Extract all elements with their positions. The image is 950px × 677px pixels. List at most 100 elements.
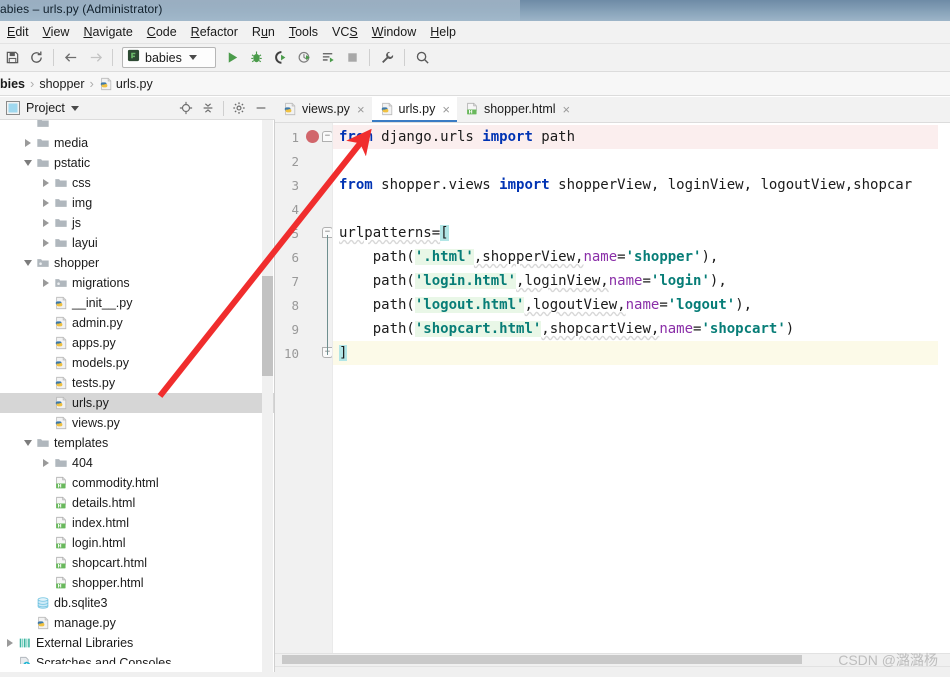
tree-item-templates[interactable]: templates xyxy=(0,433,274,453)
tree-item-pstatic[interactable]: pstatic xyxy=(0,153,274,173)
breadcrumb-segment-bies[interactable]: bies xyxy=(0,77,25,91)
gutter-row-5[interactable]: 5− xyxy=(275,221,333,245)
menu-item-tools[interactable]: Tools xyxy=(282,23,325,41)
code-line-7[interactable]: path('login.html' ,loginView, name ='login'… xyxy=(333,269,950,293)
code-line-1[interactable]: from django.urls import path xyxy=(333,125,950,149)
run-icon[interactable] xyxy=(220,46,244,70)
editor-marker-bar[interactable] xyxy=(938,123,950,653)
run-configuration-selector[interactable]: babies xyxy=(122,47,216,68)
tree-collapse-toggle[interactable] xyxy=(22,433,34,453)
breadcrumb-segment-urls-py[interactable]: urls.py xyxy=(99,77,153,91)
project-tree-scrollbar-track[interactable] xyxy=(262,120,273,672)
tree-item-details-html[interactable]: Hdetails.html xyxy=(0,493,274,513)
tree-item-manage-py[interactable]: manage.py xyxy=(0,613,274,633)
gutter-row-2[interactable]: 2 xyxy=(275,149,333,173)
tree-item-index-html[interactable]: Hindex.html xyxy=(0,513,274,533)
project-tree-scrollbar-thumb[interactable] xyxy=(262,276,273,376)
hide-panel-icon[interactable] xyxy=(251,98,271,118)
back-arrow-icon[interactable] xyxy=(59,46,83,70)
tree-expand-toggle[interactable] xyxy=(40,453,52,473)
tree-item-img[interactable]: img xyxy=(0,193,274,213)
menu-item-window[interactable]: Window xyxy=(365,23,423,41)
gutter-row-4[interactable]: 4 xyxy=(275,197,333,221)
tree-item-404[interactable]: 404 xyxy=(0,453,274,473)
project-view-chevron-icon[interactable] xyxy=(70,105,79,111)
editor-horizontal-scrollbar-thumb[interactable] xyxy=(282,655,802,664)
tree-expand-toggle[interactable] xyxy=(40,273,52,293)
tree-item-views-py[interactable]: views.py xyxy=(0,413,274,433)
forward-arrow-icon[interactable] xyxy=(83,46,107,70)
menu-item-run[interactable]: Run xyxy=(245,23,282,41)
tree-item-shopper-html[interactable]: Hshopper.html xyxy=(0,573,274,593)
tree-item-external-libraries[interactable]: External Libraries xyxy=(0,633,274,653)
tree-item-layui[interactable]: layui xyxy=(0,233,274,253)
profile-icon[interactable] xyxy=(292,46,316,70)
stop-icon[interactable] xyxy=(340,46,364,70)
sync-refresh-icon[interactable] xyxy=(24,46,48,70)
gear-icon[interactable] xyxy=(229,98,249,118)
tree-collapse-toggle[interactable] xyxy=(22,253,34,273)
code-editor[interactable]: 1− 2 3 4 5− 6 7 8 9 10− from django.urls import p… xyxy=(275,123,950,653)
editor-tab-bar[interactable]: views.py × urls.py × Hshopper.html × xyxy=(275,96,950,123)
tree-expand-toggle[interactable] xyxy=(40,173,52,193)
tree-collapse-toggle[interactable] xyxy=(22,153,34,173)
tree-item-partial[interactable] xyxy=(0,120,274,133)
code-line-9[interactable]: path('shopcart.html' ,shopcartView, name = '… xyxy=(333,317,950,341)
code-line-2[interactable] xyxy=(333,149,950,173)
editor-tab-views-py[interactable]: views.py × xyxy=(275,96,372,122)
project-tree[interactable]: media pstatic css img js layui shopper migratio… xyxy=(0,120,275,672)
tree-expand-toggle[interactable] xyxy=(40,193,52,213)
chevron-down-icon[interactable] xyxy=(188,55,197,60)
tree-item-shopcart-html[interactable]: Hshopcart.html xyxy=(0,553,274,573)
code-content[interactable]: from django.urls import path from shopper… xyxy=(333,123,950,653)
menu-item-help[interactable]: Help xyxy=(423,23,463,41)
tree-item-media[interactable]: media xyxy=(0,133,274,153)
tree-expand-toggle[interactable] xyxy=(4,633,16,653)
tree-item-migrations[interactable]: migrations xyxy=(0,273,274,293)
close-icon[interactable]: × xyxy=(563,102,571,117)
gutter-row-8[interactable]: 8 xyxy=(275,293,333,317)
run-with-coverage-icon[interactable] xyxy=(268,46,292,70)
breadcrumb-segment-shopper[interactable]: shopper xyxy=(39,77,84,91)
tree-item-db-sqlite3[interactable]: db.sqlite3 xyxy=(0,593,274,613)
tree-item-models-py[interactable]: models.py xyxy=(0,353,274,373)
tree-item-__init__-py[interactable]: __init__.py xyxy=(0,293,274,313)
tree-item-apps-py[interactable]: apps.py xyxy=(0,333,274,353)
tree-expand-toggle[interactable] xyxy=(40,233,52,253)
tree-item-tests-py[interactable]: tests.py xyxy=(0,373,274,393)
editor-tab-shopper-html[interactable]: Hshopper.html × xyxy=(457,96,577,122)
code-line-5[interactable]: urlpatterns=[ xyxy=(333,221,950,245)
code-line-4[interactable] xyxy=(333,197,950,221)
tree-expand-toggle[interactable] xyxy=(22,133,34,153)
menu-item-view[interactable]: View xyxy=(36,23,77,41)
breakpoint-icon[interactable] xyxy=(306,130,319,143)
close-icon[interactable]: × xyxy=(357,102,365,117)
code-line-10[interactable]: ] xyxy=(333,341,950,365)
debug-icon[interactable] xyxy=(244,46,268,70)
close-icon[interactable]: × xyxy=(442,102,450,117)
tree-item-admin-py[interactable]: admin.py xyxy=(0,313,274,333)
gutter-row-9[interactable]: 9 xyxy=(275,317,333,341)
gutter-row-6[interactable]: 6 xyxy=(275,245,333,269)
tree-item-css[interactable]: css xyxy=(0,173,274,193)
gutter-row-7[interactable]: 7 xyxy=(275,269,333,293)
editor-tab-urls-py[interactable]: urls.py × xyxy=(371,96,458,122)
tree-item-login-html[interactable]: Hlogin.html xyxy=(0,533,274,553)
locate-target-icon[interactable] xyxy=(176,98,196,118)
tree-expand-toggle[interactable] xyxy=(40,213,52,233)
save-all-icon[interactable] xyxy=(0,46,24,70)
gutter-row-3[interactable]: 3 xyxy=(275,173,333,197)
editor-gutter[interactable]: 1− 2 3 4 5− 6 7 8 9 10− xyxy=(275,123,333,653)
settings-wrench-icon[interactable] xyxy=(375,46,399,70)
code-line-6[interactable]: path('.html' ,shopperView, name ='shopper')… xyxy=(333,245,950,269)
menu-item-vcs[interactable]: VCS xyxy=(325,23,365,41)
search-icon[interactable] xyxy=(410,46,434,70)
tree-item-js[interactable]: js xyxy=(0,213,274,233)
run-dashboard-icon[interactable] xyxy=(316,46,340,70)
tree-item-urls-py[interactable]: urls.py xyxy=(0,393,274,413)
menu-item-code[interactable]: Code xyxy=(140,23,184,41)
tree-item-commodity-html[interactable]: Hcommodity.html xyxy=(0,473,274,493)
tree-item-shopper[interactable]: shopper xyxy=(0,253,274,273)
code-line-3[interactable]: from shopper.views import shopperView, l… xyxy=(333,173,950,197)
gutter-row-10[interactable]: 10− xyxy=(275,341,333,365)
